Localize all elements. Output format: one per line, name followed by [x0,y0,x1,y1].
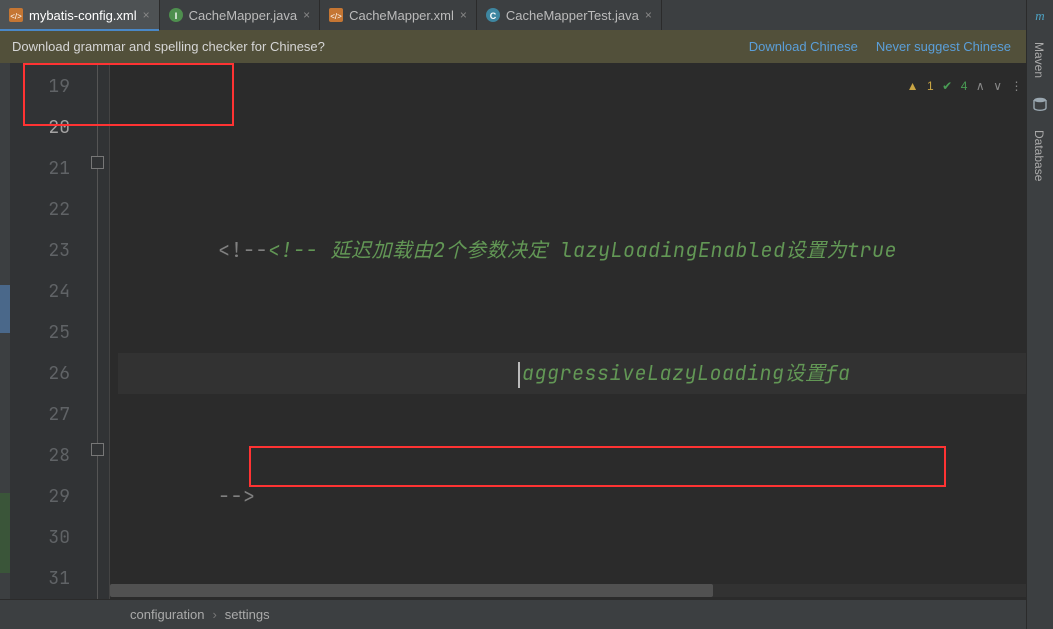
code-area[interactable]: ▲1 ✔4 ∧ ∨ ⋮ <!--<!-- 延迟加载由2个参数决定 lazyLoa… [110,63,1026,599]
line-number: 23 [10,230,70,271]
bookmark-marker [0,285,10,333]
fold-icon[interactable] [91,443,104,456]
download-chinese-link[interactable]: Download Chinese [749,39,858,54]
tab-cachemapper-xml[interactable]: </> CacheMapper.xml × [320,0,477,30]
left-edge [0,63,10,599]
xml-icon: </> [329,8,343,22]
scrollbar-thumb[interactable] [110,584,713,597]
svg-text:</>: </> [330,12,342,21]
vcs-marker [0,493,10,573]
close-icon[interactable]: × [143,8,150,22]
close-icon[interactable]: × [645,8,652,22]
tab-label: CacheMapperTest.java [506,8,639,23]
line-number: 20 [10,107,70,148]
tab-mybatis-config[interactable]: </> mybatis-config.xml × [0,0,160,30]
xml-icon: </> [9,8,23,22]
line-number: 26 [10,353,70,394]
line-number: 27 [10,394,70,435]
crumb-item[interactable]: configuration [130,607,204,622]
fold-icon[interactable] [91,156,104,169]
never-suggest-link[interactable]: Never suggest Chinese [876,39,1011,54]
editor-tabs: </> mybatis-config.xml × I CacheMapper.j… [0,0,1053,30]
inspection-widget[interactable]: ▲1 ✔4 ∧ ∨ ⋮ [907,66,1023,107]
fold-column [88,63,110,599]
code-line: --> [118,476,1026,517]
line-number: 30 [10,517,70,558]
close-icon[interactable]: × [303,8,310,22]
maven-icon: m [1032,8,1048,24]
tab-label: mybatis-config.xml [29,8,137,23]
close-icon[interactable]: × [460,8,467,22]
line-number: 24 [10,271,70,312]
line-number: 31 [10,558,70,599]
maven-tool-button[interactable]: Maven [1027,32,1051,88]
line-number: 19 [10,66,70,107]
database-tool-button[interactable]: Database [1027,120,1051,191]
line-number: 21 [10,148,70,189]
warning-icon: ▲ [907,66,919,107]
svg-text:I: I [174,11,177,21]
code-line: <!--<!-- 延迟加载由2个参数决定 lazyLoadingEnabled设… [118,230,1026,271]
line-number: 22 [10,189,70,230]
database-icon [1032,96,1048,112]
chevron-right-icon: › [212,607,216,622]
svg-text:</>: </> [10,12,22,21]
notification-message: Download grammar and spelling checker fo… [12,39,325,54]
line-number: 25 [10,312,70,353]
svg-text:C: C [490,11,497,21]
notification-bar: Download grammar and spelling checker fo… [0,30,1053,63]
chevron-up-icon[interactable]: ∧ [976,66,985,107]
ok-count: 4 [961,66,968,107]
chevron-down-icon[interactable]: ∨ [993,66,1002,107]
line-number: 29 [10,476,70,517]
code-editor[interactable]: 19 20 21 22 23 24 25 26 27 28 29 30 31 3… [0,63,1026,599]
tab-label: CacheMapper.xml [349,8,454,23]
warning-count: 1 [927,66,934,107]
crumb-item[interactable]: settings [225,607,270,622]
java-class-icon: C [486,8,500,22]
tab-cachemapper-java[interactable]: I CacheMapper.java × [160,0,320,30]
java-interface-icon: I [169,8,183,22]
code-line: aggressiveLazyLoading设置fa [118,353,1026,394]
right-toolbar: m Maven Database [1026,0,1053,629]
tab-label: CacheMapper.java [189,8,297,23]
tab-cachemappertest-java[interactable]: C CacheMapperTest.java × [477,0,662,30]
line-gutter: 19 20 21 22 23 24 25 26 27 28 29 30 31 3… [10,63,88,599]
breadcrumb: configuration › settings [0,599,1053,629]
caret [518,362,520,388]
line-number: 28 [10,435,70,476]
svg-text:m: m [1035,8,1044,23]
more-icon[interactable]: ⋮ [1011,66,1024,107]
horizontal-scrollbar[interactable] [110,584,1038,597]
check-icon: ✔ [942,66,953,107]
